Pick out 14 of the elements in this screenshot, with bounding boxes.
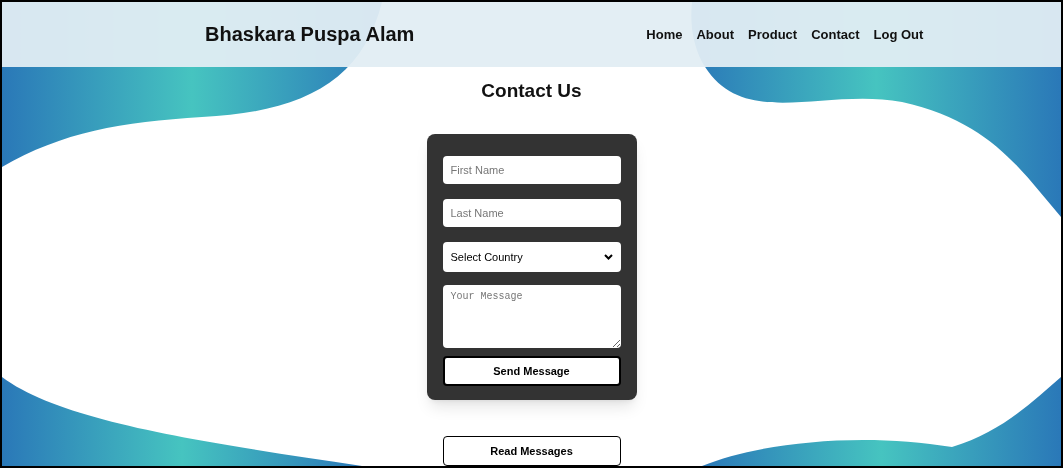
page-title: Contact Us bbox=[481, 78, 582, 103]
nav-link[interactable]: About bbox=[696, 24, 735, 45]
chevron-down-icon bbox=[603, 254, 613, 261]
nav-link[interactable]: Log Out bbox=[873, 24, 924, 45]
nav-link[interactable]: Contact bbox=[811, 24, 860, 45]
send-message-button[interactable]: Send Message bbox=[442, 356, 621, 387]
nav-link[interactable]: Product bbox=[748, 24, 798, 45]
message-field[interactable]: Your Message bbox=[442, 285, 621, 349]
country-select[interactable]: Select Country bbox=[442, 242, 621, 273]
nav-link[interactable]: Home bbox=[646, 24, 683, 45]
brand-title: Bhaskara Puspa Alam bbox=[205, 22, 415, 48]
first-name-field[interactable]: First Name bbox=[442, 156, 621, 185]
last-name-field[interactable]: Last Name bbox=[442, 199, 621, 228]
read-messages-button[interactable]: Read Messages bbox=[442, 436, 621, 466]
